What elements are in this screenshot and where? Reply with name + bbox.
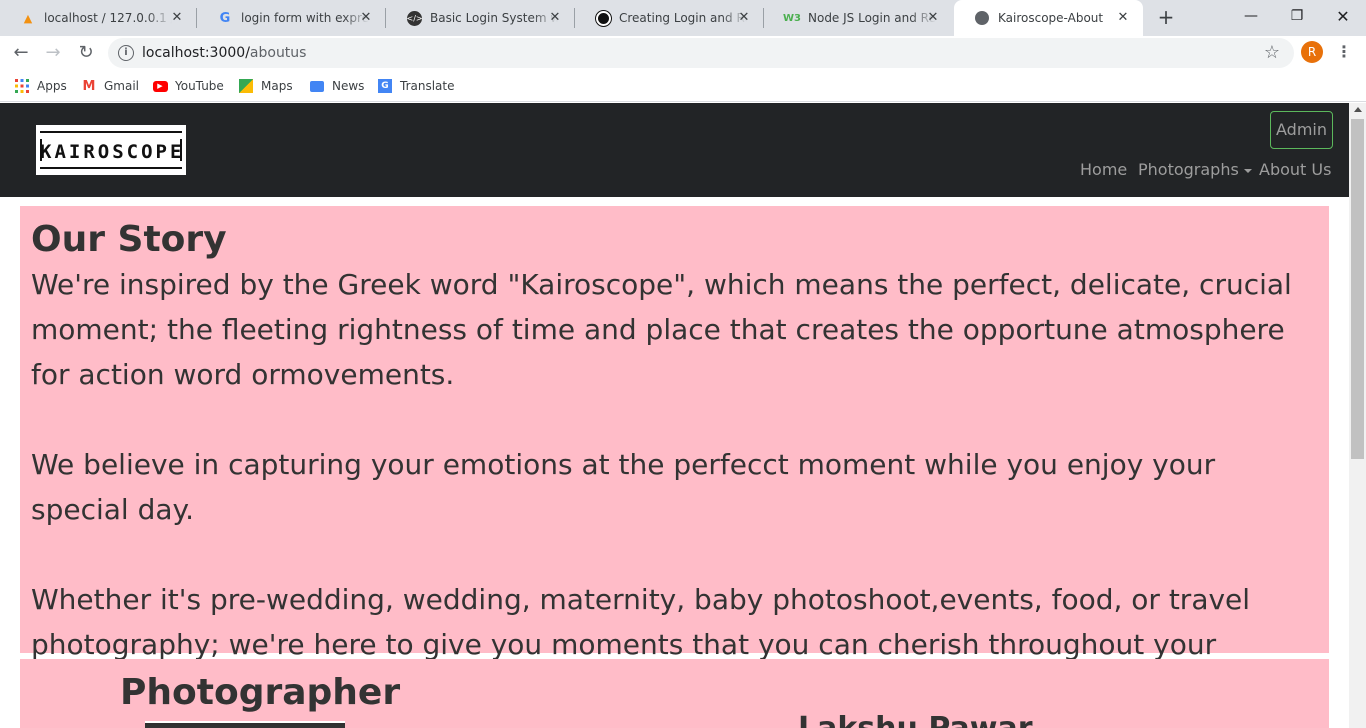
nav-photographs-label: Photographs (1138, 160, 1239, 179)
back-button[interactable]: ← (9, 41, 33, 65)
tab-w3schools[interactable]: W3 Node JS Login and Reg ✕ (764, 0, 953, 36)
codepen-icon: </> (406, 10, 423, 26)
bookmark-label: YouTube (175, 79, 224, 93)
page-viewport: KAIROSCOPE Admin Home Photographs About … (0, 103, 1349, 728)
tab-phpmyadmin[interactable]: ▲ localhost / 127.0.0.1 / k ✕ (0, 0, 197, 36)
caret-down-icon (1243, 168, 1252, 173)
page-scrollbar[interactable] (1349, 103, 1366, 728)
reload-button[interactable]: ↻ (74, 41, 98, 65)
browser-toolbar: ← → ↻ i localhost:3000/aboutus ☆ R ⋮ (0, 36, 1366, 70)
scroll-up-arrow-icon[interactable] (1354, 107, 1362, 112)
tab-title: localhost / 127.0.0.1 / k (44, 11, 172, 25)
url-host: localhost:3000/ (142, 45, 250, 61)
nav-photographs-dropdown[interactable]: Photographs (1138, 160, 1252, 179)
news-icon (309, 78, 325, 94)
photographer-heading: Photographer (120, 672, 401, 713)
github-icon (595, 10, 611, 26)
w3schools-icon: W3 (783, 12, 801, 24)
minimize-button[interactable]: — (1228, 0, 1274, 32)
forward-button[interactable]: → (41, 41, 65, 65)
tab-title: Creating Login and Reg (619, 11, 747, 25)
profile-avatar[interactable]: R (1301, 41, 1323, 63)
nav-about-us[interactable]: About Us (1259, 160, 1331, 179)
tab-google-search[interactable]: G login form with express ✕ (197, 0, 386, 36)
kairoscope-logo[interactable]: KAIROSCOPE (36, 125, 186, 175)
story-paragraph-2: We believe in capturing your emotions at… (31, 448, 1216, 526)
youtube-icon: ▶ (152, 78, 168, 94)
address-bar[interactable]: i localhost:3000/aboutus ☆ (108, 38, 1294, 68)
photographer-section: Photographer Lakshu Pawar (20, 659, 1329, 728)
address-url[interactable]: localhost:3000/aboutus (142, 45, 306, 61)
url-path: aboutus (249, 45, 307, 61)
story-paragraph-1: We're inspired by the Greek word "Kairos… (31, 268, 1292, 391)
close-icon[interactable]: ✕ (736, 10, 752, 26)
tab-strip: ▲ localhost / 127.0.0.1 / k ✕ G login fo… (0, 0, 1366, 36)
logo-frame: KAIROSCOPE (40, 131, 182, 169)
bookmark-label: Maps (261, 79, 293, 93)
bookmark-news[interactable]: News (309, 76, 364, 96)
tab-title: Basic Login System with (430, 11, 558, 25)
phpmyadmin-icon: ▲ (23, 11, 33, 25)
tab-kairoscope-about[interactable]: Kairoscope-About ✕ (954, 0, 1143, 36)
nav-home[interactable]: Home (1080, 160, 1127, 179)
bookmark-label: Translate (400, 79, 455, 93)
translate-icon: G (377, 78, 393, 94)
tab-title: login form with express (241, 11, 369, 25)
bookmark-label: News (332, 79, 365, 93)
photographer-name: Lakshu Pawar (798, 711, 1033, 728)
scrollbar-thumb[interactable] (1351, 119, 1364, 459)
tab-title: Kairoscope-About (998, 11, 1104, 25)
close-icon[interactable]: ✕ (1115, 10, 1131, 26)
close-icon[interactable]: ✕ (547, 10, 563, 26)
menu-kebab-icon[interactable]: ⋮ (1336, 42, 1352, 64)
bookmark-label: Gmail (104, 79, 140, 93)
bookmark-gmail[interactable]: M Gmail (81, 76, 139, 96)
logo-text: KAIROSCOPE (40, 141, 185, 163)
close-icon[interactable]: ✕ (925, 10, 941, 26)
bookmark-apps[interactable]: Apps (14, 76, 67, 96)
site-navbar: KAIROSCOPE Admin Home Photographs About … (0, 103, 1349, 197)
tab-codepen[interactable]: </> Basic Login System with ✕ (386, 0, 575, 36)
apps-grid-icon (14, 78, 30, 94)
close-icon[interactable]: ✕ (358, 10, 374, 26)
our-story-heading: Our Story (31, 219, 227, 260)
bookmark-star-icon[interactable]: ☆ (1264, 42, 1280, 63)
close-icon[interactable]: ✕ (169, 10, 185, 26)
site-info-icon[interactable]: i (118, 45, 134, 61)
tab-title: Node JS Login and Reg (808, 11, 936, 25)
bookmark-translate[interactable]: G Translate (377, 76, 455, 96)
maps-icon (238, 78, 254, 94)
globe-icon (974, 10, 990, 26)
photographer-photo (145, 721, 345, 728)
our-story-section: Our Story We're inspired by the Greek wo… (20, 206, 1329, 706)
gmail-icon: M (82, 78, 96, 94)
tab-github[interactable]: Creating Login and Reg ✕ (575, 0, 764, 36)
google-icon: G (219, 10, 231, 26)
new-tab-button[interactable]: + (1155, 7, 1177, 29)
restore-button[interactable]: ❐ (1274, 0, 1320, 32)
bookmark-youtube[interactable]: ▶ YouTube (152, 76, 224, 96)
bookmarks-bar: Apps M Gmail ▶ YouTube Maps News G Trans… (0, 70, 1366, 102)
admin-button[interactable]: Admin (1270, 111, 1333, 149)
close-window-button[interactable]: ✕ (1320, 0, 1366, 32)
bookmark-label: Apps (37, 79, 67, 93)
bookmark-maps[interactable]: Maps (238, 76, 293, 96)
